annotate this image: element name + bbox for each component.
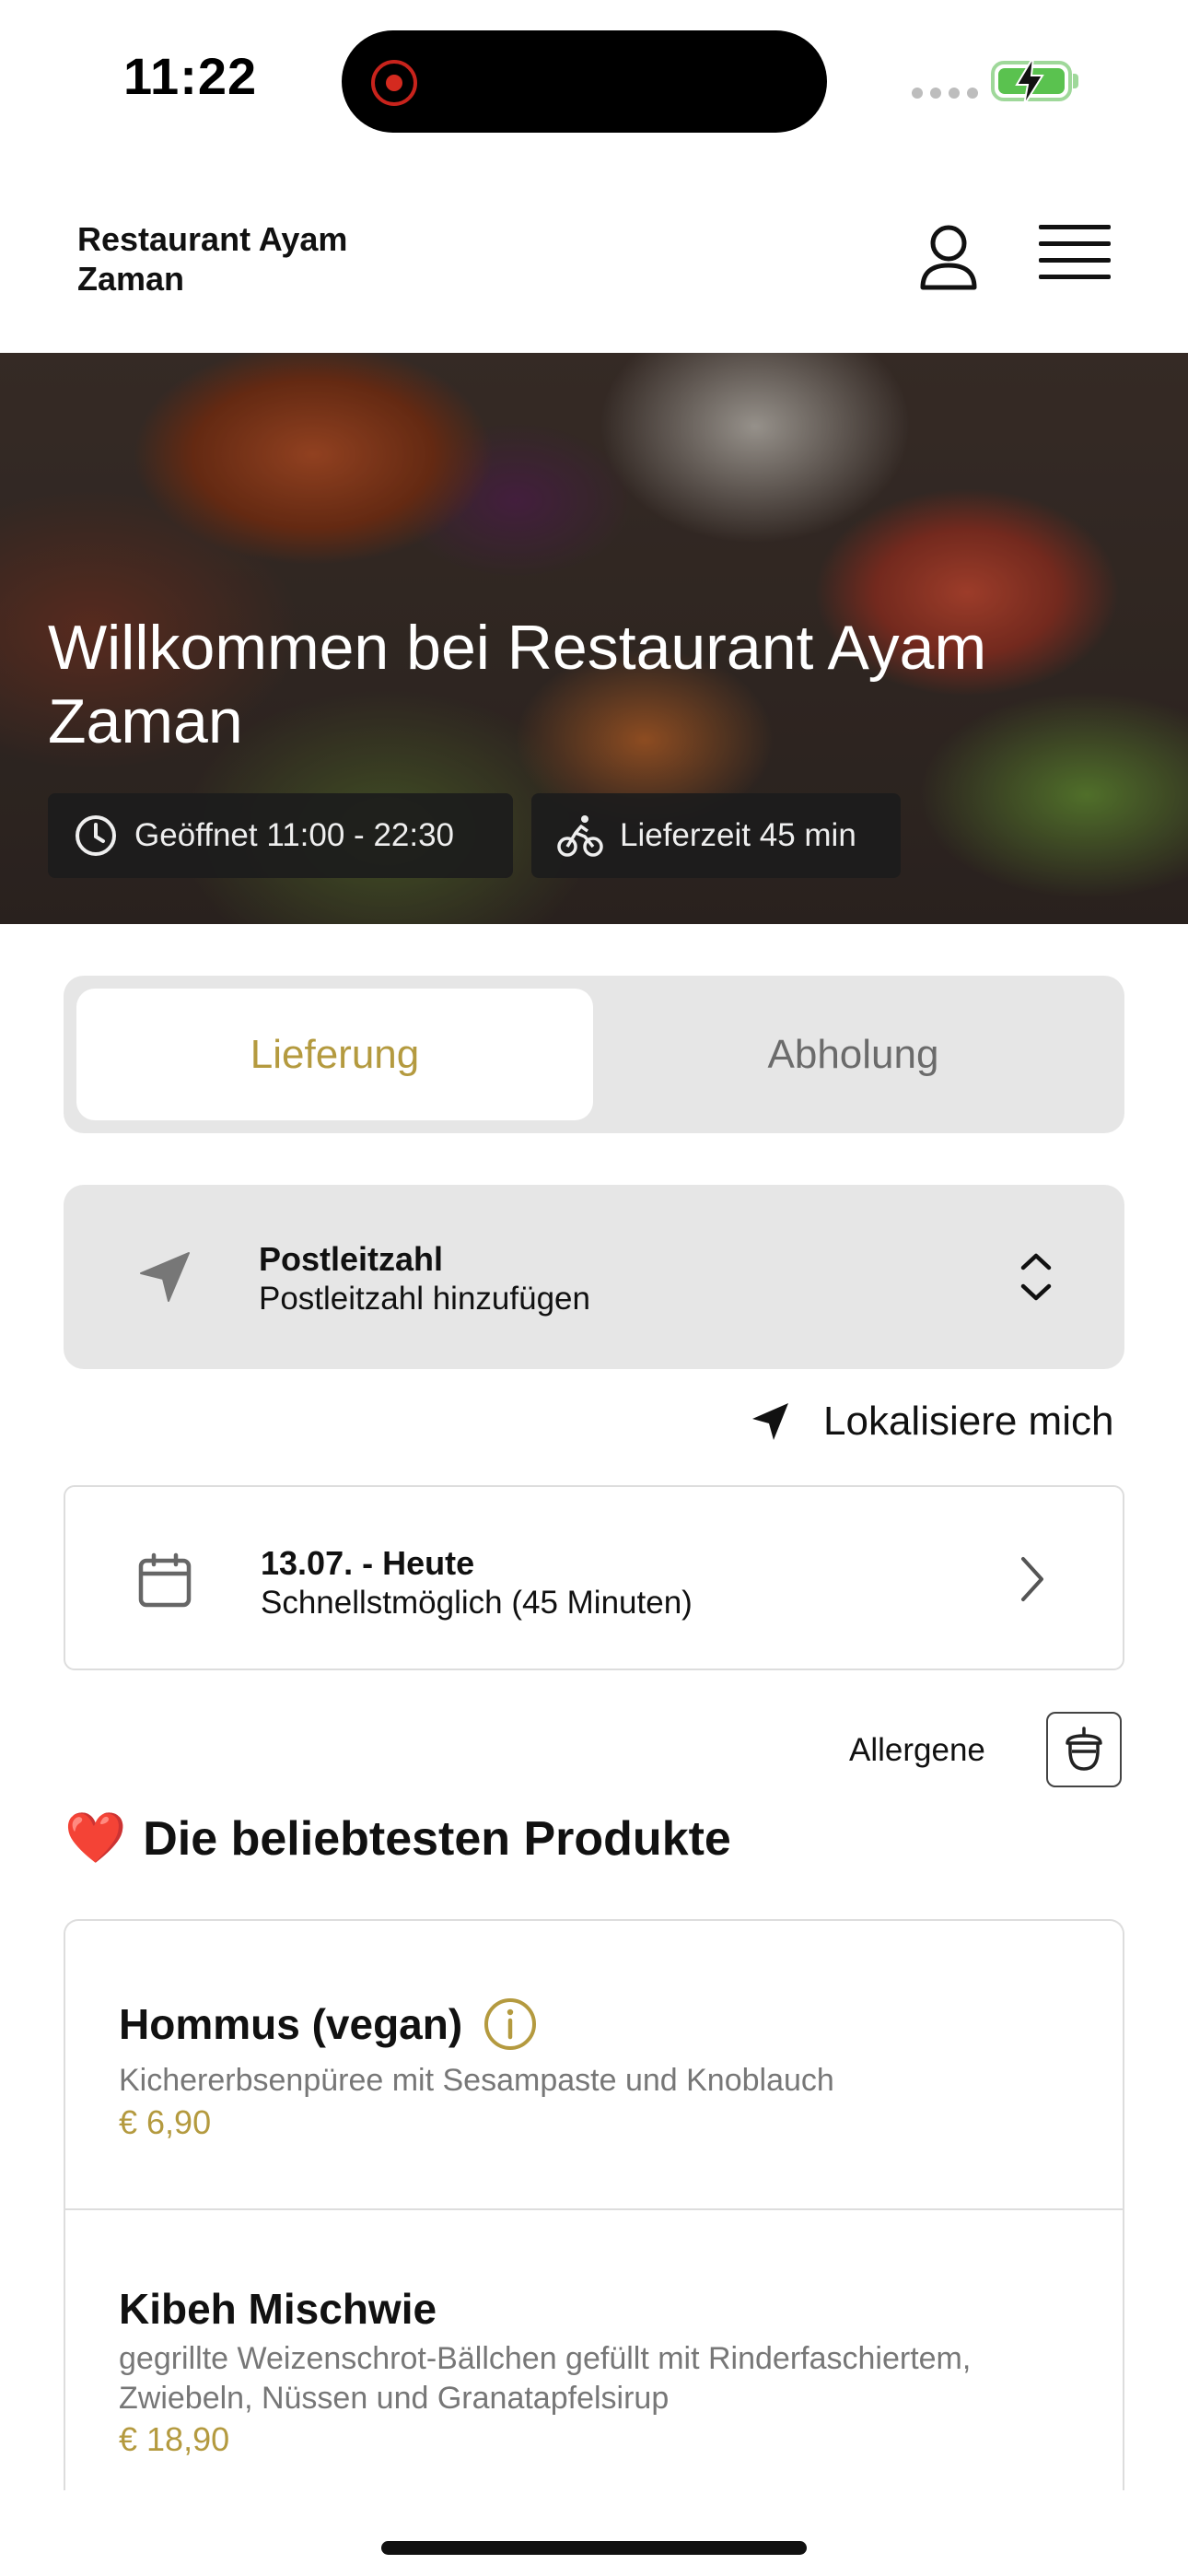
info-icon[interactable] xyxy=(483,1996,538,2052)
product-price: € 18,90 xyxy=(119,2420,230,2458)
hamburger-menu-icon[interactable] xyxy=(1039,225,1111,289)
hero-title: Willkommen bei Restaurant Ayam Zaman xyxy=(48,613,987,756)
allergens-label[interactable]: Allergene xyxy=(849,1732,985,1769)
product-card[interactable]: Hommus (vegan) Kichererbsenpüree mit Ses… xyxy=(65,1921,1123,2210)
signal-icon xyxy=(912,88,978,99)
date-label: 13.07. - Heute xyxy=(261,1544,475,1582)
chevron-right-icon xyxy=(1021,1557,1043,1601)
locate-me-label: Lokalisiere mich xyxy=(823,1399,1114,1444)
date-value: Schnellstmöglich (45 Minuten) xyxy=(261,1585,693,1621)
location-arrow-icon xyxy=(752,1403,788,1440)
product-list: Hommus (vegan) Kichererbsenpüree mit Ses… xyxy=(64,1919,1124,2490)
opening-hours-text: Geöffnet 11:00 - 22:30 xyxy=(134,817,455,853)
order-type-tabs: Lieferung Abholung xyxy=(64,976,1124,1133)
opening-hours-badge: Geöffnet 11:00 - 22:30 xyxy=(48,793,513,878)
dynamic-island xyxy=(342,30,827,133)
allergens-button[interactable] xyxy=(1046,1712,1122,1787)
postal-code-placeholder: Postleitzahl hinzufügen xyxy=(259,1281,590,1317)
hero-banner: Willkommen bei Restaurant Ayam Zaman Geö… xyxy=(0,353,1188,924)
bicycle-icon xyxy=(557,815,603,857)
tab-pickup[interactable]: Abholung xyxy=(595,989,1112,1120)
heart-icon: ❤️ xyxy=(64,1810,127,1866)
locate-me-button[interactable]: Lokalisiere mich xyxy=(750,1399,1113,1445)
product-name-row: Hommus (vegan) xyxy=(119,1996,538,2052)
home-indicator[interactable] xyxy=(381,2541,807,2555)
charging-bolt-icon xyxy=(1015,56,1044,106)
product-name: Kibeh Mischwie xyxy=(119,2285,437,2333)
delivery-time-text: Lieferzeit 45 min xyxy=(620,817,856,853)
postal-code-select[interactable]: Postleitzahl Postleitzahl hinzufügen xyxy=(64,1185,1124,1369)
tab-delivery[interactable]: Lieferung xyxy=(76,989,593,1120)
product-name: Hommus (vegan) xyxy=(119,2000,463,2048)
chevron-up-down-icon xyxy=(1020,1253,1052,1301)
product-card[interactable]: Kibeh Mischwie gegrillte Weizenschrot-Bä… xyxy=(65,2210,1123,2490)
status-bar: 11:22 xyxy=(0,0,1188,157)
product-description: Kichererbsenpüree mit Sesampaste und Kno… xyxy=(119,2063,834,2098)
calendar-icon xyxy=(138,1552,192,1608)
record-icon xyxy=(371,60,417,106)
postal-code-label: Postleitzahl xyxy=(259,1240,444,1278)
delivery-time-badge: Lieferzeit 45 min xyxy=(531,793,901,878)
navigation-arrow-icon xyxy=(140,1252,190,1302)
product-price: € 6,90 xyxy=(119,2103,212,2141)
user-account-button[interactable] xyxy=(912,221,985,295)
app-header: Restaurant Ayam Zaman xyxy=(0,157,1188,353)
clock-icon xyxy=(76,815,116,856)
product-description: gegrillte Weizenschrot-Bällchen gefüllt … xyxy=(119,2341,972,2416)
acorn-allergen-icon xyxy=(1066,1727,1102,1771)
status-time: 11:22 xyxy=(123,47,258,105)
restaurant-name[interactable]: Restaurant Ayam Zaman xyxy=(77,219,409,299)
user-icon xyxy=(920,225,977,290)
popular-products-heading: ❤️ Die beliebtesten Produkte xyxy=(64,1809,731,1868)
delivery-date-select[interactable]: 13.07. - Heute Schnellstmöglich (45 Minu… xyxy=(64,1485,1124,1670)
popular-products-title: Die beliebtesten Produkte xyxy=(143,1811,731,1866)
